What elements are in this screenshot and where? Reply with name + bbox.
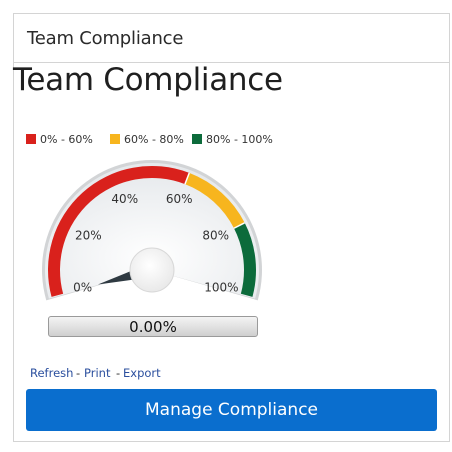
legend-item-high: 80% - 100%: [192, 133, 273, 146]
panel-header-title: Team Compliance: [27, 28, 184, 49]
print-link[interactable]: Print: [84, 366, 110, 380]
legend-swatch-icon: [192, 134, 202, 144]
gauge-tick-label: 0%: [73, 281, 92, 295]
refresh-link[interactable]: Refresh: [30, 366, 73, 380]
legend-item-mid: 60% - 80%: [110, 133, 184, 146]
legend-label: 80% - 100%: [206, 133, 273, 146]
compliance-gauge: 0% 20% 40% 60% 80% 100%: [36, 155, 268, 335]
page-title: Team Compliance: [13, 62, 283, 98]
gauge-tick-label: 60%: [166, 192, 193, 206]
gauge-svg: 0% 20% 40% 60% 80% 100%: [41, 160, 262, 301]
link-separator: -: [76, 366, 81, 380]
gauge-readout: 0.00%: [48, 316, 258, 337]
gauge-tick-label: 40%: [111, 192, 138, 206]
gauge-hub: [129, 247, 175, 293]
legend-label: 60% - 80%: [124, 133, 184, 146]
legend-swatch-icon: [26, 134, 36, 144]
legend-label: 0% - 60%: [40, 133, 93, 146]
gauge-tick-label: 100%: [204, 281, 238, 295]
manage-compliance-button[interactable]: Manage Compliance: [26, 389, 437, 431]
panel-header: Team Compliance: [14, 14, 449, 63]
gauge-tick-label: 20%: [75, 228, 102, 242]
link-separator: -: [116, 366, 121, 380]
legend-swatch-icon: [110, 134, 120, 144]
gauge-tick-label: 80%: [202, 228, 229, 242]
export-link[interactable]: Export: [123, 366, 161, 380]
legend-item-low: 0% - 60%: [26, 133, 93, 146]
